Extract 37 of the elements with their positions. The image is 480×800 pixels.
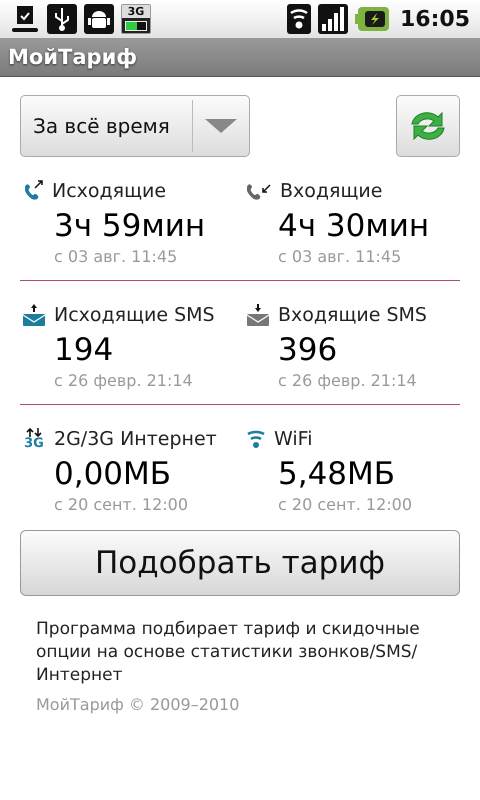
- caret-icon: [205, 119, 237, 133]
- stat-since-date: с 26 февр. 21:14: [278, 371, 418, 390]
- stat-value: 194: [54, 331, 114, 370]
- period-dropdown[interactable]: За всё время: [20, 95, 250, 157]
- stat-label: 2G/3G Интернет: [54, 428, 217, 450]
- stat-value: 0,00МБ: [54, 455, 172, 494]
- stat-label: Исходящие: [52, 180, 166, 202]
- description-text: Программа подбирает тариф и скидочные опции на основе статистики звонков/SMS/Интернет: [36, 618, 421, 687]
- android-icon: [84, 4, 114, 34]
- network-type-icon: 3G: [121, 4, 151, 34]
- wifi-icon: [286, 4, 311, 34]
- refresh-button[interactable]: [396, 95, 460, 157]
- stat-label: Исходящие SMS: [54, 304, 215, 326]
- stat-label: Входящие: [280, 180, 382, 202]
- stat-since-date: с 26 февр. 21:14: [54, 371, 194, 390]
- outgoing-sms-icon: [22, 304, 46, 326]
- signal-icon: [318, 4, 348, 34]
- stat-since-date: с 20 сент. 12:00: [54, 495, 190, 514]
- stat-value: 396: [278, 331, 338, 370]
- pick-tariff-button[interactable]: Подобрать тариф: [20, 530, 460, 596]
- stat-value: 4ч 30мин: [278, 207, 430, 246]
- copyright-text: МойТариф © 2009–2010: [36, 695, 240, 714]
- battery-charging-icon: [354, 6, 389, 32]
- stat-value: 5,48МБ: [278, 455, 396, 494]
- stat-label: Входящие SMS: [278, 304, 427, 326]
- wifi-icon: [246, 428, 266, 450]
- stat-since-date: с 03 авг. 11:45: [278, 247, 402, 266]
- stat-since-date: с 03 авг. 11:45: [54, 247, 178, 266]
- clock-time: 16:05: [400, 6, 470, 32]
- app-title: МойТариф: [8, 45, 138, 69]
- stat-since-date: с 20 сент. 12:00: [278, 495, 414, 514]
- stat-label: WiFi: [274, 428, 312, 450]
- outgoing-call-icon: [22, 180, 44, 202]
- incoming-sms-icon: [246, 304, 270, 326]
- download-done-icon: [10, 4, 40, 34]
- usb-icon: [47, 4, 77, 34]
- stat-value: 3ч 59мин: [54, 207, 206, 246]
